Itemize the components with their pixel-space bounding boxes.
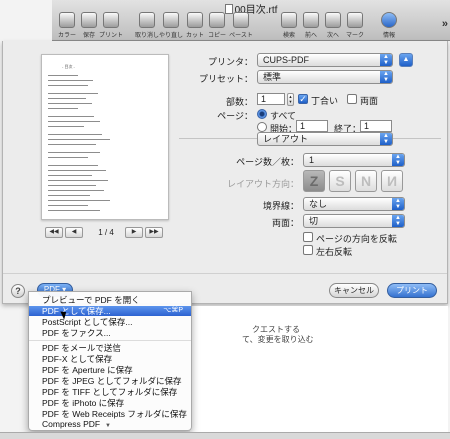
help-button[interactable]: ? bbox=[11, 284, 25, 298]
pages-to-field[interactable]: 1 bbox=[360, 120, 392, 132]
menu-separator bbox=[29, 340, 191, 341]
popup-arrows-icon: ▲ ▼ bbox=[392, 154, 404, 166]
print-icon bbox=[103, 12, 119, 28]
save-icon bbox=[81, 12, 97, 28]
menu-item-save-as-postscript[interactable]: PostScript として保存... bbox=[29, 317, 191, 327]
pages-per-sheet-value: 1 bbox=[309, 155, 315, 165]
printer-label: プリンタ： bbox=[207, 57, 253, 67]
menu-item-save-as-pdf[interactable]: PDF として保存... ⌥⌘P bbox=[29, 306, 191, 316]
duplex-label: 両面 bbox=[360, 96, 379, 106]
popup-arrows-icon: ▲ ▼ bbox=[392, 215, 404, 227]
menu-item-save-as-tiff[interactable]: PDF を TIFF としてフォルダに保存 bbox=[29, 387, 191, 397]
two-sided-label: 両面： bbox=[271, 218, 299, 228]
printer-value: CUPS-PDF bbox=[263, 55, 310, 65]
pages-per-sheet-label: ページ数／枚： bbox=[236, 157, 299, 167]
pages-per-sheet-select[interactable]: 1 ▲ ▼ bbox=[303, 153, 405, 167]
collapse-details-button[interactable]: ▲ bbox=[399, 53, 413, 67]
toolbar-button-mark[interactable]: マーク bbox=[340, 12, 370, 39]
section-value: レイアウト bbox=[263, 134, 309, 144]
preset-select[interactable]: 標準 ▲ ▼ bbox=[257, 70, 393, 84]
toolbar-button-info[interactable]: 情報 bbox=[374, 12, 404, 39]
menu-item-fax-pdf[interactable]: PDF をファクス... bbox=[29, 328, 191, 338]
layout-direction-s[interactable]: S bbox=[329, 170, 351, 192]
two-sided-value: 切 bbox=[309, 216, 319, 226]
menu-item-save-to-aperture[interactable]: PDF を Aperture に保存 bbox=[29, 365, 191, 375]
search-icon bbox=[281, 12, 297, 28]
paste-icon bbox=[233, 12, 249, 28]
preview-heading: - 目次 - bbox=[62, 64, 75, 69]
print-sheet: - 目次 - ◀◀ ◀ 1 / 4 ▶ ▶▶ プリンタ： CUPS-PDF ▲ … bbox=[2, 41, 448, 304]
copies-stepper[interactable]: ▲ ▼ bbox=[287, 93, 294, 106]
duplex-checkbox[interactable] bbox=[347, 94, 357, 104]
pages-all-label: すべて bbox=[270, 111, 297, 121]
shortcut-label: ⌥⌘P bbox=[163, 307, 183, 314]
reverse-orientation-checkbox[interactable] bbox=[303, 232, 313, 242]
previous-icon bbox=[303, 12, 319, 28]
copies-label: 部数： bbox=[225, 97, 253, 107]
printer-select[interactable]: CUPS-PDF ▲ ▼ bbox=[257, 53, 393, 67]
popup-arrows-icon: ▲ ▼ bbox=[380, 133, 392, 145]
toolbar-overflow-button[interactable]: » bbox=[442, 18, 448, 30]
print-button[interactable]: プリント bbox=[387, 283, 437, 298]
next-icon bbox=[325, 12, 341, 28]
document-text: クエストする て、変更を取り込む bbox=[190, 306, 448, 436]
scroll-down-arrow-icon[interactable]: ▼ bbox=[105, 423, 111, 429]
pages-from-field[interactable]: 1 bbox=[296, 120, 328, 132]
menu-item-open-in-preview[interactable]: プレビューで PDF を開く bbox=[29, 295, 191, 305]
popup-arrows-icon: ▲ ▼ bbox=[380, 71, 392, 83]
undo-icon bbox=[139, 12, 155, 28]
scissors-icon bbox=[187, 12, 203, 28]
mark-icon bbox=[347, 12, 363, 28]
reverse-orientation-label: ページの方向を反転 bbox=[316, 234, 397, 244]
section-select[interactable]: レイアウト ▲ ▼ bbox=[257, 132, 393, 146]
border-value: なし bbox=[309, 199, 328, 209]
two-sided-select[interactable]: 切 ▲ ▼ bbox=[303, 214, 405, 228]
document-line: て、変更を取り込む bbox=[242, 335, 314, 344]
color-icon bbox=[59, 12, 75, 28]
redo-icon bbox=[163, 12, 179, 28]
pdf-dropdown-menu: プレビューで PDF を開く PDF として保存... ⌥⌘P PostScrip… bbox=[28, 291, 192, 431]
border-select[interactable]: なし ▲ ▼ bbox=[303, 197, 405, 211]
page-indicator: 1 / 4 bbox=[98, 228, 114, 237]
pages-range-radio[interactable] bbox=[257, 122, 267, 132]
menu-item-save-to-iphoto[interactable]: PDF を iPhoto に保存 bbox=[29, 398, 191, 408]
popup-arrows-icon: ▲ ▼ bbox=[380, 54, 392, 66]
copy-icon bbox=[209, 12, 225, 28]
window-toolbar: 00目次.rtf カラー 保存 プリント 取り消し やり直し カット コピー ペ… bbox=[52, 0, 450, 41]
border-label: 境界線： bbox=[262, 201, 299, 211]
popup-arrows-icon: ▲ ▼ bbox=[392, 198, 404, 210]
layout-direction-z[interactable]: Z bbox=[303, 170, 325, 192]
menu-item-save-to-web-receipts[interactable]: PDF を Web Receipts フォルダに保存 bbox=[29, 409, 191, 419]
cancel-button[interactable]: キャンセル bbox=[329, 283, 379, 298]
copies-field[interactable]: 1 bbox=[257, 93, 285, 105]
layout-direction-reverse-n[interactable]: И bbox=[381, 170, 403, 192]
print-preview: - 目次 - bbox=[41, 54, 169, 220]
collate-label: 丁合い bbox=[311, 96, 339, 106]
window-edge bbox=[0, 0, 52, 41]
info-icon bbox=[381, 12, 397, 28]
pages-label: ページ： bbox=[217, 111, 253, 121]
collate-checkbox[interactable]: ✓ bbox=[298, 94, 308, 104]
toolbar-button-print[interactable]: プリント bbox=[96, 12, 126, 39]
next-page-button[interactable]: ▶ bbox=[125, 227, 143, 238]
menu-item-mail-pdf[interactable]: PDF をメールで送信 bbox=[29, 343, 191, 353]
flip-horizontal-checkbox[interactable] bbox=[303, 245, 313, 255]
previous-page-button[interactable]: ◀ bbox=[65, 227, 83, 238]
menu-item-save-as-jpeg[interactable]: PDF を JPEG としてフォルダに保存 bbox=[29, 376, 191, 386]
last-page-button[interactable]: ▶▶ bbox=[145, 227, 163, 238]
preset-label: プリセット： bbox=[198, 74, 253, 84]
pages-all-radio[interactable] bbox=[257, 109, 267, 119]
layout-direction-label: レイアウト方向： bbox=[226, 179, 299, 189]
first-page-button[interactable]: ◀◀ bbox=[45, 227, 63, 238]
layout-direction-n[interactable]: N bbox=[355, 170, 377, 192]
toolbar-button-paste[interactable]: ペースト bbox=[226, 12, 256, 39]
preview-pager: ◀◀ ◀ 1 / 4 ▶ ▶▶ bbox=[45, 227, 165, 239]
flip-horizontal-label: 左右反転 bbox=[316, 247, 353, 257]
menu-item-save-pdf-x[interactable]: PDF-X として保存 bbox=[29, 354, 191, 364]
preset-value: 標準 bbox=[263, 72, 282, 82]
window-bottom-edge bbox=[0, 432, 450, 439]
